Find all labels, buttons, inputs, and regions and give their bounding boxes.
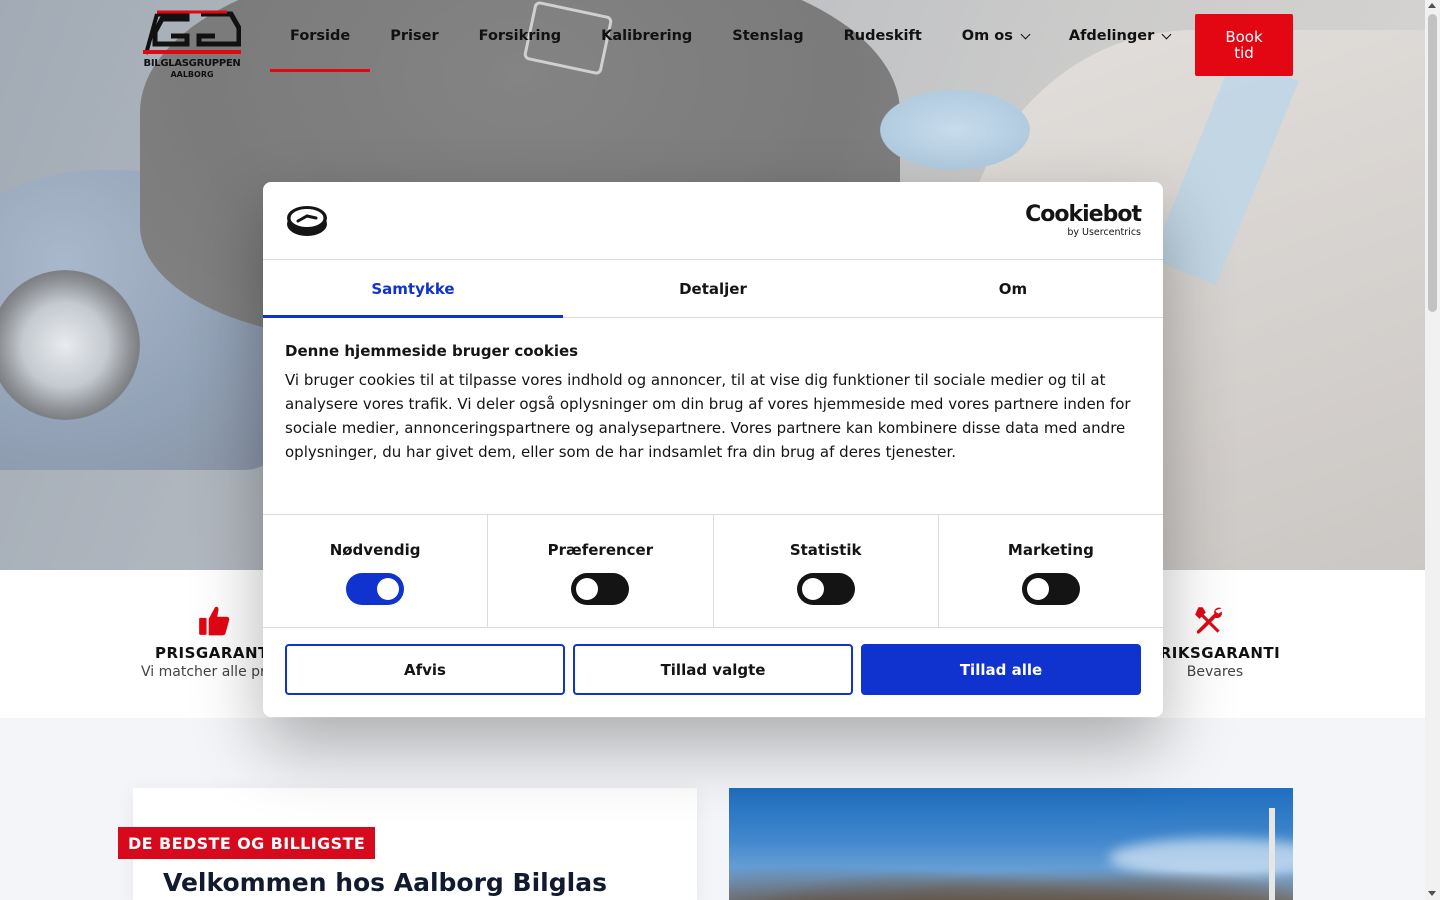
nav-afdelinger[interactable]: Afdelinger [1049,0,1190,72]
logo-mark-icon [143,10,241,55]
thumbs-up-icon [199,606,230,636]
tab-detaljer[interactable]: Detaljer [563,260,863,317]
chevron-down-icon [1161,29,1172,39]
consent-praeferencer: Præferencer [488,515,714,627]
site-logo[interactable]: BILGLASGRUPPEN AALBORG [140,10,244,80]
scroll-up-icon[interactable] [1428,3,1436,8]
wrench-screwdriver-icon [1195,607,1222,634]
cookie-consent-dialog: Cookiebot by Usercentrics Samtykke Detal… [263,182,1163,717]
nav-om-os[interactable]: Om os [942,0,1049,72]
nav-label: Afdelinger [1068,28,1155,44]
dialog-body: Denne hjemmeside bruger cookies Vi bruge… [285,342,1145,464]
nav-kalibrering[interactable]: Kalibrering [581,0,712,72]
dialog-header: Cookiebot by Usercentrics [263,182,1163,260]
chevron-down-icon [1020,29,1031,39]
cookiebot-name: Cookiebot [1025,202,1142,227]
tab-om[interactable]: Om [863,260,1163,317]
toggle-knob [801,578,824,600]
scroll-thumb[interactable] [1428,14,1437,312]
deny-button[interactable]: Afvis [285,644,565,695]
consent-label: Marketing [1007,541,1094,559]
nav-rudeskift[interactable]: Rudeskift [824,0,942,72]
welcome-tag: DE BEDSTE OG BILLIGSTE [118,827,376,859]
nav-label: Forside [290,28,351,44]
book-tid-button[interactable]: Book tid [1195,14,1293,76]
page-scrollbar[interactable] [1425,0,1440,900]
nav-priser[interactable]: Priser [370,0,458,72]
nav-label: Rudeskift [843,28,922,44]
dialog-text: Vi bruger cookies til at tilpasse vores … [285,371,1131,461]
consent-label: Præferencer [547,541,654,559]
logo-city: AALBORG [170,70,214,79]
main-nav: Forside Priser Forsikring Kalibrering St… [270,0,1190,90]
toggle-statistik[interactable] [796,573,855,605]
nav-stenslag[interactable]: Stenslag [712,0,823,72]
consent-marketing: Marketing [939,515,1163,627]
nav-label: Om os [961,28,1013,44]
toggle-praeferencer[interactable] [571,573,630,605]
consent-label: Nødvendig [329,541,421,559]
tab-samtykke[interactable]: Samtykke [263,260,563,318]
consent-statistik: Statistik [714,515,939,627]
dialog-buttons: Afvis Tillad valgte Tillad alle [285,644,1141,696]
site-header: BILGLASGRUPPEN AALBORG Forside Priser Fo… [0,0,1425,90]
photo-trees [729,840,1293,900]
allow-all-button[interactable]: Tillad alle [861,644,1141,695]
toggle-knob [1026,578,1049,600]
allow-selected-button[interactable]: Tillad valgte [573,644,853,695]
toggle-knob [377,578,400,600]
workshop-photo [729,788,1293,900]
scroll-down-icon[interactable] [1428,891,1436,896]
nav-label: Kalibrering [601,28,693,44]
nav-forside[interactable]: Forside [270,0,371,72]
dialog-heading: Denne hjemmeside bruger cookies [285,342,579,360]
nav-label: Forsikring [478,28,562,44]
feature-title: RIKSGARANTI [1159,644,1281,662]
cookiebot-byline: by Usercentrics [1067,227,1141,238]
cookie-icon [287,206,327,236]
nav-forsikring[interactable]: Forsikring [459,0,582,72]
logo-name: BILGLASGRUPPEN [143,58,241,69]
cookiebot-brand[interactable]: Cookiebot by Usercentrics [1025,202,1142,239]
nav-label: Priser [390,28,439,44]
photo-antenna-mast [1269,808,1275,900]
consent-noedvendig: Nødvendig [263,515,489,627]
consent-label: Statistik [789,541,862,559]
dialog-tabs: Samtykke Detaljer Om [263,260,1163,318]
nav-label: Stenslag [732,28,804,44]
toggle-knob [576,578,599,600]
consent-categories: Nødvendig Præferencer Statistik Marketin… [263,514,1163,628]
welcome-title: Velkommen hos Aalborg Bilglas [163,868,607,897]
toggle-marketing[interactable] [1021,573,1080,605]
toggle-noedvendig[interactable] [346,573,405,605]
